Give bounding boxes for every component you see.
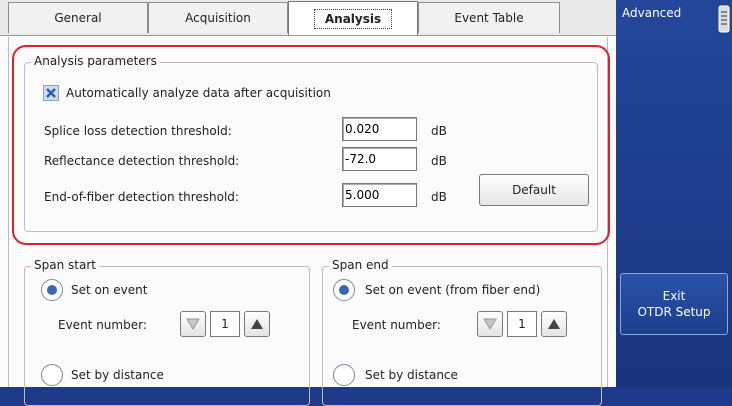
triangle-up-icon [548,319,560,329]
scroll-handle-icon[interactable] [718,4,730,34]
tab-label: Analysis [313,8,393,29]
group-title: Span start [31,258,99,272]
highlight-box [12,45,610,245]
span-start-set-on-event-label: Set on event [71,283,148,297]
tab-analysis[interactable]: Analysis [288,1,418,35]
event-number-text: 1 [518,317,526,331]
tab-general[interactable]: General [8,2,148,33]
span-end-set-by-distance-label: Set by distance [365,368,458,382]
span-end-set-on-event-radio[interactable] [333,279,355,301]
tab-label: General [54,11,102,25]
exit-line-2: OTDR Setup [637,305,711,319]
tab-acquisition[interactable]: Acquisition [148,2,288,33]
tab-label: Acquisition [185,11,251,25]
group-title: Span end [329,258,392,272]
span-end-increment-button[interactable] [541,311,567,337]
triangle-up-icon [251,319,263,329]
event-number-text: 1 [221,317,229,331]
main-panel: General Acquisition Analysis Event Table… [0,0,616,406]
radio-selected-dot [47,285,57,295]
span-end-decrement-button[interactable] [477,311,503,337]
radio-selected-dot [339,285,349,295]
span-start-set-by-distance-label: Set by distance [71,368,164,382]
span-end-event-number-value[interactable]: 1 [507,311,537,337]
span-end-set-on-event-label: Set on event (from fiber end) [365,283,541,297]
tab-label: Event Table [454,11,524,25]
span-start-decrement-button[interactable] [180,311,206,337]
triangle-down-icon [483,318,497,330]
span-start-set-on-event-radio[interactable] [41,279,63,301]
tab-event-table[interactable]: Event Table [418,2,560,33]
advanced-label[interactable]: Advanced [622,6,681,20]
exit-otdr-setup-button[interactable]: Exit OTDR Setup [620,273,728,335]
triangle-down-icon [186,318,200,330]
exit-line-1: Exit [662,289,686,303]
span-start-event-number-label: Event number: [58,318,147,332]
span-start-set-by-distance-radio[interactable] [41,364,63,386]
span-start-increment-button[interactable] [244,311,270,337]
tab-bar: General Acquisition Analysis Event Table [0,0,616,36]
span-end-set-by-distance-radio[interactable] [333,364,355,386]
span-end-event-number-label: Event number: [352,318,441,332]
span-start-event-number-value[interactable]: 1 [210,311,240,337]
